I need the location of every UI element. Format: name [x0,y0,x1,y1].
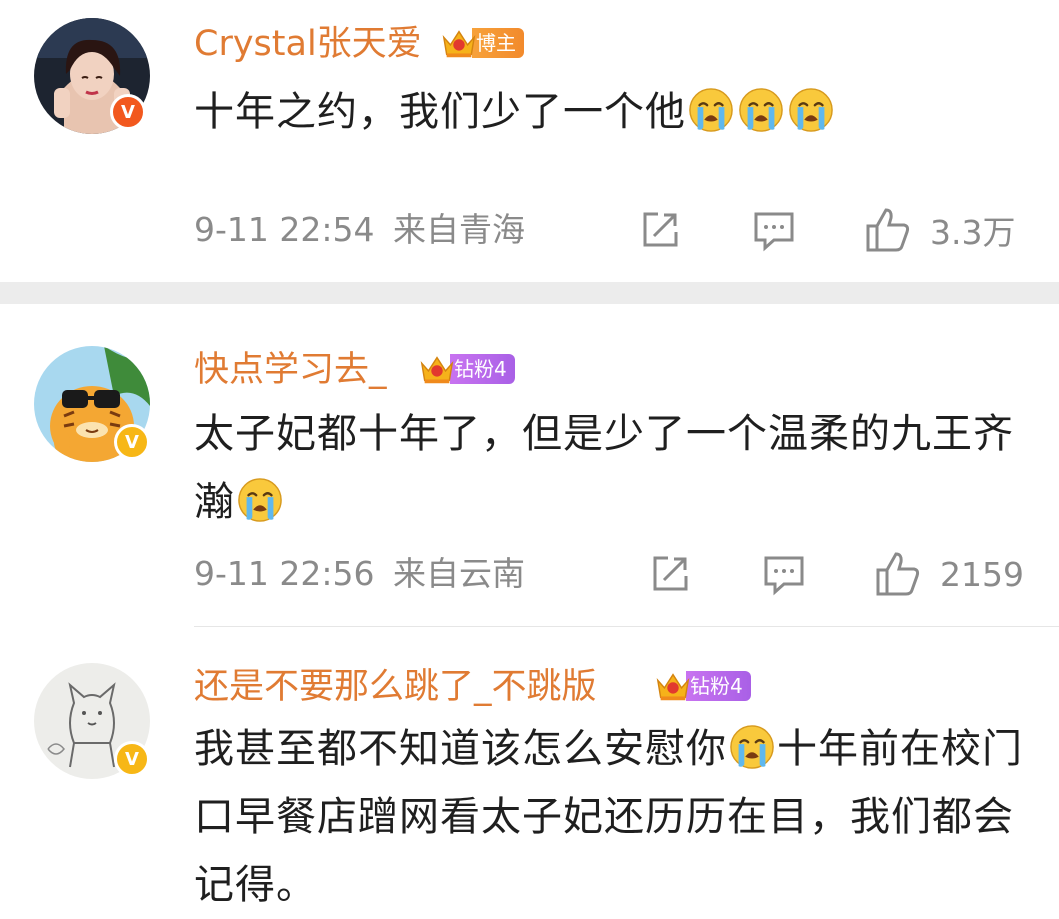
share-icon [653,556,688,591]
comment-item: V 还是不要那么跳了_不跳版 钻粉4 我甚至都不知道该怎么安慰你 十年前在校门口早… [0,627,1059,913]
share-icon [643,212,678,247]
like-count: 3.3万 [930,213,1016,252]
share-button[interactable] [648,552,692,596]
comment-button[interactable] [762,552,806,596]
verified-v-icon: V [114,424,150,460]
crying-face-emoji [788,87,834,133]
comment-text-body: 太子妃都十年了，但是少了一个温柔的九王齐瀚 [194,411,1014,525]
like-icon [876,552,920,596]
crown-icon [654,667,692,705]
fan-badge: 钻粉4 [654,669,751,703]
comment-item: V Crystal张天爱 博主 十年之约，我们少了一个他 9-11 22:54 … [0,0,1059,280]
verified-v-icon: V [114,741,150,777]
comment-text: 太子妃都十年了，但是少了一个温柔的九王齐瀚 [194,400,1024,536]
comment-icon [754,212,794,252]
comment-meta: 9-11 22:56 来自云南 [194,554,525,594]
verified-v-icon: V [110,94,146,130]
comment-item: V 快点学习去_ 钻粉4 太子妃都十年了，但是少了一个温柔的九王齐瀚 9-11 … [0,304,1059,626]
timestamp: 9-11 22:56 [194,554,375,593]
badge-label: 钻粉4 [686,671,751,701]
like-button[interactable]: 3.3万 [864,206,1015,254]
crying-face-emoji [738,87,784,133]
crying-face-emoji [237,477,283,523]
comment-button[interactable] [752,208,796,252]
blogger-badge: 博主 [440,26,524,60]
comment-text-body: 我甚至都不知道该怎么安慰你 [194,726,727,772]
comment-text: 我甚至都不知道该怎么安慰你 十年前在校门口早餐店蹭网看太子妃还历历在目，我们都会记… [194,715,1024,919]
timestamp: 9-11 22:54 [194,210,375,249]
location: 来自云南 [393,554,525,593]
badge-label: 博主 [472,28,524,58]
badge-label: 钻粉4 [450,354,515,384]
fan-badge: 钻粉4 [418,352,515,386]
crown-icon [418,350,456,388]
section-divider [0,282,1059,304]
like-icon [866,208,910,252]
username[interactable]: 还是不要那么跳了_不跳版 [194,665,597,709]
crown-icon [440,24,478,62]
like-button[interactable]: 2159 [874,550,1024,598]
comment-icon [764,556,804,596]
comment-text-body: 十年之约，我们少了一个他 [194,89,686,135]
crying-face-emoji [688,87,734,133]
comment-text: 十年之约，我们少了一个他 [194,78,1024,146]
crying-face-emoji [729,724,775,770]
share-button[interactable] [638,208,682,252]
username[interactable]: Crystal张天爱 [194,22,422,66]
comment-meta: 9-11 22:54 来自青海 [194,210,525,250]
username[interactable]: 快点学习去_ [194,348,387,392]
like-count: 2159 [940,554,1024,594]
location: 来自青海 [393,210,525,249]
